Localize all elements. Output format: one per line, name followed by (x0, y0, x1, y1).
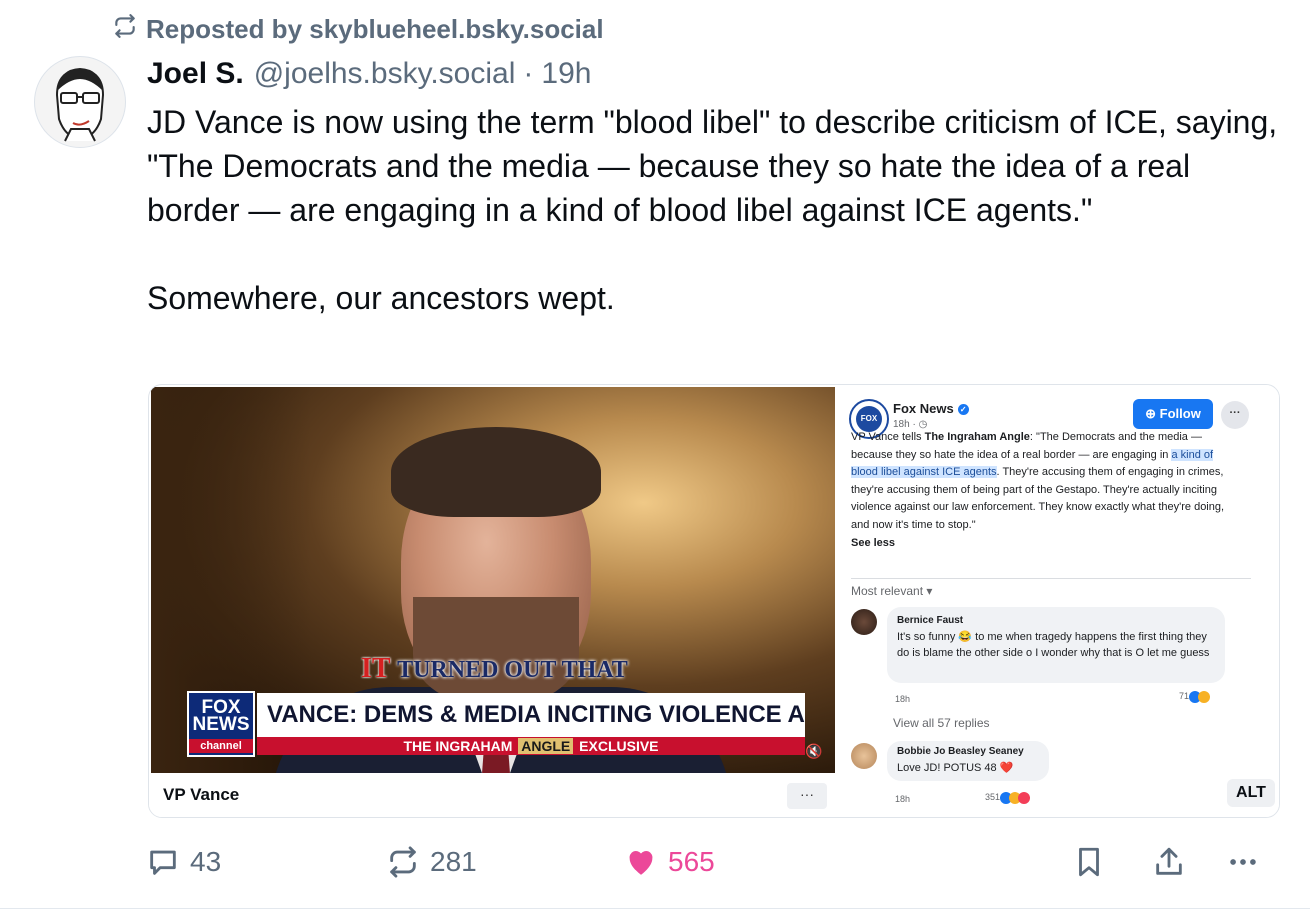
reply-count: 43 (190, 846, 222, 877)
post-time[interactable]: 19h (541, 57, 591, 91)
alt-text-button[interactable]: ALT (1227, 779, 1275, 807)
post-actions: 43 281 565 (0, 838, 1310, 886)
video-label: VP Vance (163, 785, 240, 804)
post-text: JD Vance is now using the term "blood li… (147, 100, 1287, 320)
reply-icon (150, 850, 176, 875)
comment-time: 18h (895, 694, 911, 704)
author-handle[interactable]: @joelhs.bsky.social (254, 57, 516, 91)
commenter-avatar (851, 743, 877, 769)
lower-third-headline: VANCE: DEMS & MEDIA INCITING VIOLENCE AG… (257, 693, 805, 737)
comment-reactions: 351 (985, 789, 1031, 805)
repost-icon (390, 846, 416, 878)
post-header: Joel S. @joelhs.bsky.social · 19h (147, 54, 591, 94)
fb-page-name: Fox News ✓ (893, 401, 969, 417)
post-paragraph-1: JD Vance is now using the term "blood li… (147, 104, 1278, 228)
heart-icon (629, 851, 653, 875)
comment-bubble: Bernice Faust It's so funny 😂 to me when… (887, 607, 1225, 683)
comment-reactions: 71 (1179, 688, 1211, 704)
mute-icon: 🔇 (805, 743, 823, 759)
caption-kicker: IT TURNED OUT THAT (361, 653, 628, 684)
more-options-button[interactable] (1226, 838, 1260, 886)
video-more-button: ··· (787, 783, 827, 809)
comment-bubble: Bobbie Jo Beasley Seaney Love JD! POTUS … (887, 741, 1049, 781)
reply-button[interactable]: 43 (146, 838, 221, 886)
repost-icon (112, 13, 138, 46)
like-button[interactable]: 565 (624, 838, 715, 886)
separator: · (523, 57, 534, 90)
embedded-image[interactable]: IT TURNED OUT THAT FOX NEWS channel VANC… (148, 384, 1280, 818)
follow-button: ⊕ Follow (1133, 399, 1213, 429)
repost-button[interactable]: 281 (386, 838, 477, 886)
bookmark-icon (1079, 847, 1099, 877)
post-paragraph-2: Somewhere, our ancestors wept. (147, 280, 615, 316)
comment-sort: Most relevant ▾ (851, 584, 933, 598)
video-still: IT TURNED OUT THAT FOX NEWS channel VANC… (151, 387, 835, 773)
repost-line[interactable]: Reposted by skyblueheel.bsky.social (112, 12, 604, 46)
comment-time: 18h (895, 794, 911, 804)
author-name[interactable]: Joel S. (147, 57, 244, 91)
more-icon (1230, 859, 1256, 865)
verified-badge-icon: ✓ (957, 403, 969, 415)
fox-news-logo: FOX NEWS channel (187, 691, 255, 757)
facebook-post-panel: FOX NEWS Fox News ✓ 18h · ◷ ⊕ Follow ···… (839, 385, 1279, 817)
post-divider (0, 908, 1310, 909)
video-caption-row: VP Vance ··· (149, 775, 839, 817)
share-icon (1156, 847, 1182, 875)
see-less-link: See less (851, 536, 896, 549)
like-count: 565 (668, 846, 715, 877)
fb-more-icon: ··· (1221, 401, 1249, 429)
fb-post-body: VP Vance tells The Ingraham Angle: "The … (851, 429, 1231, 552)
bookmark-button[interactable] (1072, 838, 1106, 886)
lower-third-subline: THE INGRAHAM ANGLE EXCLUSIVE (257, 737, 805, 755)
view-replies-link: View all 57 replies (893, 716, 990, 730)
repost-label: Reposted by skyblueheel.bsky.social (146, 13, 604, 44)
author-avatar[interactable] (34, 56, 126, 148)
commenter-avatar (851, 609, 877, 635)
repost-count: 281 (430, 846, 477, 877)
share-button[interactable] (1152, 838, 1186, 886)
